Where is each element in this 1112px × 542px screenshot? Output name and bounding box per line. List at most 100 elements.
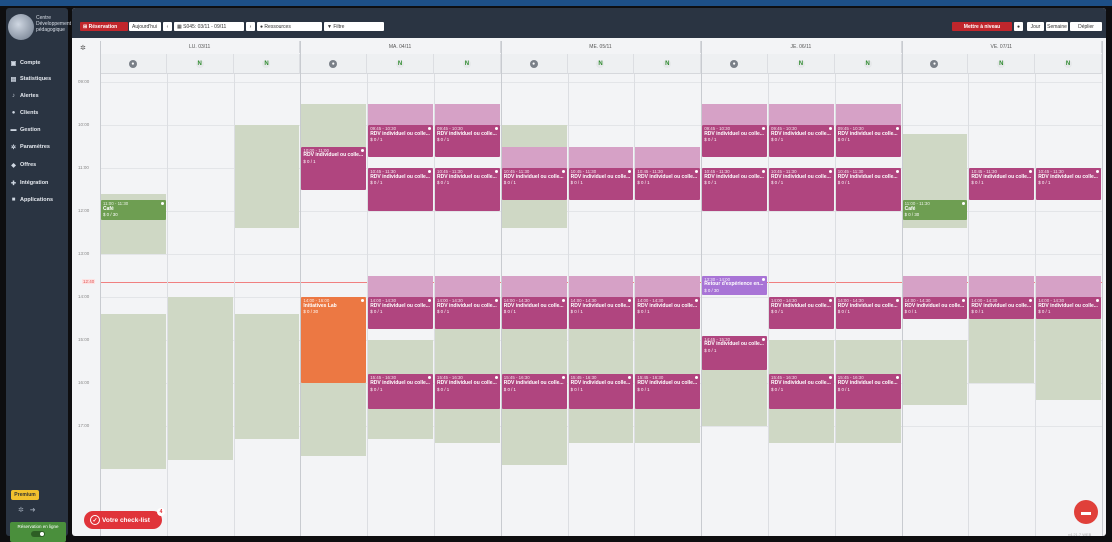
user-icon[interactable]: ● xyxy=(1014,22,1023,31)
rdv-event[interactable]: 14:00 - 14:30 RDV individuel ou colle... $… xyxy=(568,297,634,330)
sidebar-item-alertes[interactable]: ♪ Alertes xyxy=(10,89,66,103)
sidebar-item-parametres[interactable]: ✲ Paramètres xyxy=(10,140,66,154)
slot-buffer[interactable] xyxy=(835,103,901,125)
rdv-event[interactable]: 10:45 - 11:30 RDV individuel ou colle... $… xyxy=(368,168,433,211)
initiatives-lab-event[interactable]: 14:00 - 16:00 Initiatives Lab $ 0 / 30 xyxy=(301,297,367,383)
sidebar-item-offres[interactable]: ◆ Offres xyxy=(10,158,66,172)
online-reservation-toggle[interactable]: Réservation en ligne xyxy=(10,522,66,542)
slot-buffer[interactable] xyxy=(368,275,433,297)
rdv-event[interactable]: 09:45 - 10:30 RDV individuel ou colle... $… xyxy=(702,125,767,158)
resource-header[interactable]: N xyxy=(567,54,635,74)
resource-header[interactable]: ● xyxy=(701,54,768,74)
calendar-settings-icon[interactable]: ✲ xyxy=(80,44,86,52)
slot-buffer[interactable] xyxy=(501,275,567,297)
week-selector[interactable]: ▦ S045: 03/11 - 09/11 xyxy=(174,22,244,31)
sidebar-item-applications[interactable]: ■ Applications xyxy=(10,193,66,207)
availability-block[interactable] xyxy=(167,297,233,461)
rdv-event[interactable]: 10:45 - 11:30 RDV individuel ou colle... $… xyxy=(969,168,1035,201)
resource-header[interactable]: ● xyxy=(100,54,167,74)
resource-header[interactable]: N xyxy=(834,54,902,74)
rdv-event[interactable]: 09:45 - 10:30 RDV individuel ou colle... $… xyxy=(435,125,500,158)
slot-buffer[interactable] xyxy=(435,275,500,297)
resource-header[interactable]: ● xyxy=(901,54,969,74)
rdv-event[interactable]: 15:45 - 16:30 RDV individuel ou colle... $… xyxy=(568,374,634,409)
day-header[interactable]: VE. 07/11 xyxy=(902,41,1102,53)
availability-block[interactable] xyxy=(301,103,367,147)
slot-buffer[interactable] xyxy=(902,275,968,297)
rdv-event[interactable]: 14:00 - 14:30 RDV individuel ou colle... $… xyxy=(902,297,968,319)
upgrade-button[interactable]: Mettre à niveau xyxy=(952,22,1012,31)
rdv-event[interactable]: 14:00 - 14:30 RDV individuel ou colle... $… xyxy=(635,297,701,330)
rdv-event[interactable]: 15:45 - 16:30 RDV individuel ou colle... $… xyxy=(769,374,834,409)
slot-buffer[interactable] xyxy=(635,146,701,168)
availability-block[interactable] xyxy=(101,314,166,469)
resource-header[interactable]: N xyxy=(367,54,434,74)
slot-buffer[interactable] xyxy=(568,275,634,297)
resource-header[interactable]: N xyxy=(434,54,501,74)
brand[interactable]: Centre Développement pédagogique xyxy=(8,14,71,44)
filter-dropdown[interactable]: ▼ Filtre xyxy=(324,22,384,31)
view-day-button[interactable]: Jour xyxy=(1027,22,1044,31)
new-reservation-button[interactable]: ⊞ Réservation xyxy=(80,22,128,31)
rdv-event[interactable]: 15:45 - 16:30 RDV individuel ou colle... $… xyxy=(435,374,500,409)
sidebar-item-compte[interactable]: ▣ Compte xyxy=(10,56,66,70)
sidebar-item-integration[interactable]: ✚ Intégration xyxy=(10,176,66,190)
resource-header[interactable]: N xyxy=(233,54,301,74)
cafe-event[interactable]: 11:00 - 11:30 Café $ 0 / 30 xyxy=(101,200,166,220)
rdv-event[interactable]: 09:45 - 10:30 RDV individuel ou colle... $… xyxy=(368,125,433,158)
checklist-button[interactable]: ✓ Votre check-list 4 xyxy=(84,508,165,529)
day-header[interactable]: LU. 03/11 xyxy=(100,41,301,53)
rdv-event[interactable]: 14:00 - 14:30 RDV individuel ou colle... $… xyxy=(835,297,901,330)
retour-experience-event[interactable]: 13:30 - 14:00 Retour d'expérience en... $ … xyxy=(702,275,767,295)
rdv-event[interactable]: 14:00 - 14:30 RDV individuel ou colle... $… xyxy=(1036,297,1101,319)
rdv-event[interactable]: 10:45 - 11:30 RDV individuel ou colle... $… xyxy=(769,168,834,211)
resources-dropdown[interactable]: ● Ressources xyxy=(257,22,322,31)
rdv-event[interactable]: 10:45 - 11:30 RDV individuel ou colle... $… xyxy=(835,168,901,211)
prev-week-button[interactable]: ‹ xyxy=(163,22,172,31)
resource-header[interactable]: N xyxy=(968,54,1036,74)
chat-icon[interactable]: ▬ xyxy=(1074,500,1098,524)
sidebar-item-clients[interactable]: ● Clients xyxy=(10,106,66,120)
slot-buffer[interactable] xyxy=(635,275,701,297)
rdv-event[interactable]: 14:00 - 14:30 RDV individuel ou colle... $… xyxy=(435,297,500,330)
availability-block[interactable] xyxy=(234,125,300,229)
rdv-event[interactable]: 15:45 - 16:30 RDV individuel ou colle... $… xyxy=(368,374,433,409)
slot-buffer[interactable] xyxy=(969,275,1035,297)
rdv-event[interactable]: 10:45 - 11:30 RDV individuel ou colle... $… xyxy=(1036,168,1101,201)
slot-buffer[interactable] xyxy=(435,103,500,125)
view-week-button[interactable]: Semaine xyxy=(1046,22,1068,31)
next-week-button[interactable]: › xyxy=(246,22,255,31)
day-header[interactable]: ME. 05/11 xyxy=(501,41,702,53)
sidebar-item-gestion[interactable]: ▬ Gestion xyxy=(10,123,66,137)
rdv-event[interactable]: 14:00 - 14:30 RDV individuel ou colle... $… xyxy=(969,297,1035,319)
rdv-event[interactable]: 15:45 - 16:30 RDV individuel ou colle... $… xyxy=(835,374,901,409)
resource-header[interactable]: N xyxy=(634,54,702,74)
resource-header[interactable]: ● xyxy=(300,54,368,74)
sidebar-item-statistiques[interactable]: ▤ Statistiques xyxy=(10,72,66,86)
slot-buffer[interactable] xyxy=(1036,275,1101,297)
slot-buffer[interactable] xyxy=(501,146,567,168)
rdv-event[interactable]: 10:00 - 11:00 RDV individuel ou colle... $… xyxy=(301,146,367,190)
premium-badge[interactable]: Premium xyxy=(11,490,39,500)
day-header[interactable]: MA. 04/11 xyxy=(300,41,501,53)
rdv-event[interactable]: 14:45 - 15:30 RDV individuel ou colle... $… xyxy=(702,335,767,371)
rdv-event[interactable]: 10:45 - 11:30 RDV individuel ou colle... $… xyxy=(435,168,500,211)
availability-block[interactable] xyxy=(902,340,968,405)
settings-icon[interactable]: ✲ xyxy=(18,507,24,514)
toggle-switch[interactable] xyxy=(31,531,45,537)
availability-block[interactable] xyxy=(234,314,300,439)
rdv-event[interactable]: 09:45 - 10:30 RDV individuel ou colle... $… xyxy=(769,125,834,158)
resource-header[interactable]: ● xyxy=(500,54,568,74)
rdv-event[interactable]: 14:00 - 14:30 RDV individuel ou colle... $… xyxy=(769,297,834,330)
resource-header[interactable]: N xyxy=(768,54,835,74)
resource-header[interactable]: N xyxy=(166,54,234,74)
resource-header[interactable]: N xyxy=(1035,54,1102,74)
logout-icon[interactable]: ➜ xyxy=(30,507,36,514)
rdv-event[interactable]: 10:45 - 11:30 RDV individuel ou colle... $… xyxy=(568,168,634,201)
unfold-button[interactable]: Déplier xyxy=(1070,22,1102,31)
cafe-event[interactable]: 11:00 - 11:30 Café $ 0 / 30 xyxy=(902,200,968,220)
day-header[interactable]: JE. 06/11 xyxy=(701,41,902,53)
rdv-event[interactable]: 15:45 - 16:30 RDV individuel ou colle... $… xyxy=(635,374,701,409)
rdv-event[interactable]: 10:45 - 11:30 RDV individuel ou colle... $… xyxy=(635,168,701,201)
slot-buffer[interactable] xyxy=(702,103,767,125)
